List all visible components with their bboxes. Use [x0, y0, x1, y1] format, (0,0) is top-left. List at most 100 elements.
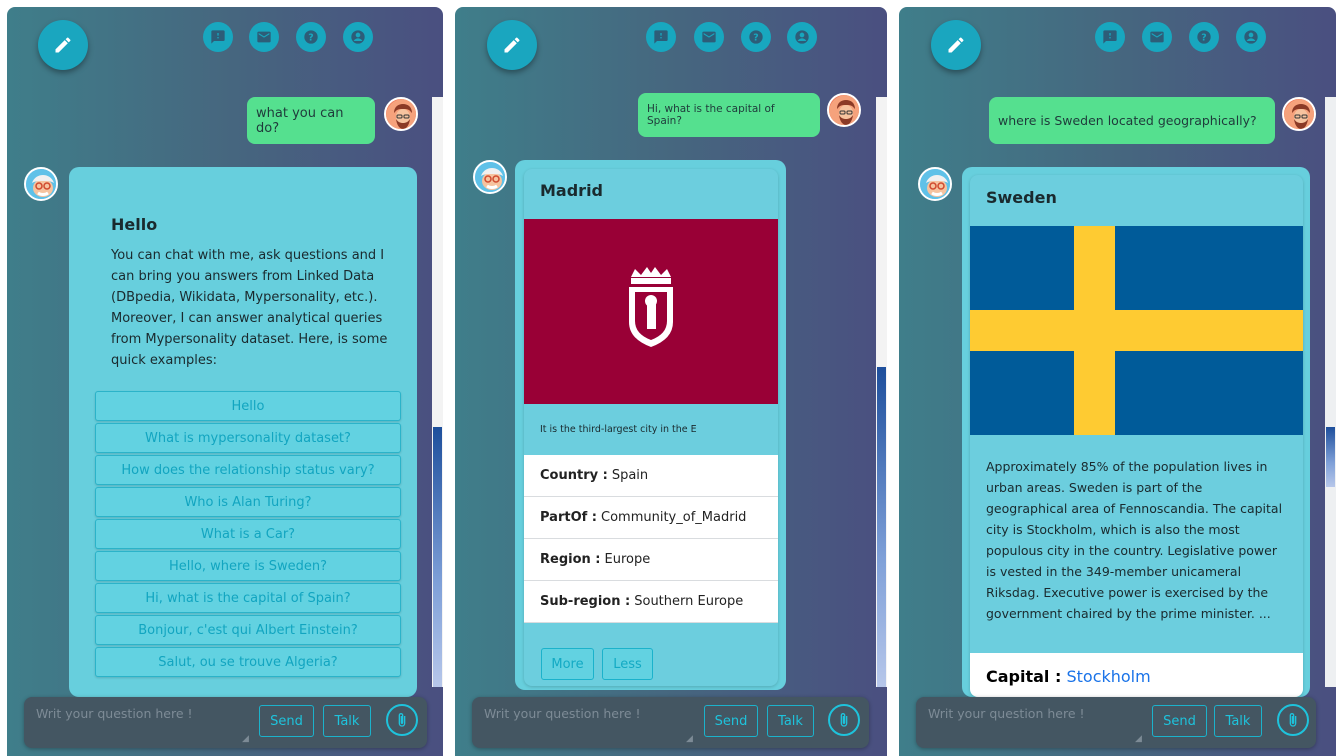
quick-example-button[interactable]: Bonjour, c'est qui Albert Einstein?	[95, 615, 401, 645]
scrollbar-thumb[interactable]	[433, 427, 442, 687]
account-button[interactable]	[343, 22, 373, 52]
card-title: Madrid	[540, 181, 603, 200]
account-icon	[351, 30, 365, 44]
property-key: Region :	[540, 552, 601, 567]
quick-example-button[interactable]: Hello	[95, 391, 401, 421]
attach-button[interactable]	[386, 704, 418, 736]
mail-button[interactable]	[1142, 22, 1172, 52]
question-input[interactable]: Writ your question here !	[928, 706, 1085, 721]
user-message: Hi, what is the capital of Spain?	[638, 93, 820, 137]
attach-button[interactable]	[1277, 704, 1309, 736]
capital-link[interactable]: Stockholm	[1066, 667, 1150, 686]
property-value: Southern Europe	[634, 594, 744, 609]
quick-example-button[interactable]: How does the relationship status vary?	[95, 455, 401, 485]
user-avatar	[827, 93, 861, 127]
question-input[interactable]: Writ your question here !	[484, 706, 641, 721]
input-bar: Writ your question here ! ◢ Send Talk	[472, 697, 869, 748]
more-button[interactable]: More	[541, 648, 594, 680]
intro-text: You can chat with me, ask questions and …	[111, 248, 388, 368]
svg-text:?: ?	[1201, 32, 1206, 43]
chat-scrollbar[interactable]	[1325, 97, 1336, 687]
question-input[interactable]: Writ your question here !	[36, 706, 193, 721]
talk-button[interactable]: Talk	[1214, 705, 1262, 737]
property-value: Spain	[611, 468, 649, 483]
mail-icon	[257, 31, 271, 43]
quick-example-button[interactable]: Hello, where is Sweden?	[95, 551, 401, 581]
chat-scrollbar[interactable]	[876, 97, 887, 687]
scrollbar-thumb[interactable]	[1326, 427, 1335, 487]
resize-handle-icon[interactable]: ◢	[242, 734, 249, 744]
edit-fab-button[interactable]	[38, 20, 88, 70]
property-value: Europe	[604, 552, 651, 567]
paperclip-icon	[840, 713, 848, 727]
paperclip-icon	[1289, 713, 1297, 727]
send-button[interactable]: Send	[704, 705, 758, 737]
property-row: Country : Spain	[524, 455, 778, 497]
madrid-coat-of-arms-icon	[629, 267, 673, 347]
abstract-text: It is the third-largest city in the E	[540, 424, 697, 435]
talk-button[interactable]: Talk	[767, 705, 814, 737]
resize-handle-icon[interactable]: ◢	[1135, 734, 1142, 744]
edit-fab-button[interactable]	[487, 20, 537, 70]
quick-example-button[interactable]: What is a Car?	[95, 519, 401, 549]
property-key: Country :	[540, 468, 608, 483]
quick-example-button[interactable]: Who is Alan Turing?	[95, 487, 401, 517]
property-row: Region : Europe	[524, 539, 778, 581]
user-message-text: Hi, what is the capital of Spain?	[647, 103, 775, 127]
user-avatar	[1282, 97, 1316, 131]
feedback-button[interactable]	[1095, 22, 1125, 52]
help-icon: ?	[1197, 30, 1211, 44]
pencil-icon	[504, 37, 520, 53]
feedback-icon	[211, 30, 225, 44]
bot-avatar	[24, 167, 58, 201]
feedback-button[interactable]	[203, 22, 233, 52]
help-icon: ?	[749, 30, 763, 44]
send-button[interactable]: Send	[259, 705, 314, 737]
mail-icon	[702, 31, 716, 43]
quick-example-button[interactable]: Salut, ou se trouve Algeria?	[95, 647, 401, 677]
property-key: PartOf :	[540, 510, 598, 525]
user-avatar	[384, 97, 418, 131]
property-key: Sub-region :	[540, 594, 631, 609]
chat-panel-3: ? where is Sweden located geographically…	[899, 7, 1336, 756]
feedback-icon	[1103, 30, 1117, 44]
mail-button[interactable]	[694, 22, 724, 52]
help-button[interactable]: ?	[1189, 22, 1219, 52]
madrid-flag-image	[524, 219, 778, 404]
account-button[interactable]	[1236, 22, 1266, 52]
quick-example-button[interactable]: Hi, what is the capital of Spain?	[95, 583, 401, 613]
scrollbar-thumb[interactable]	[877, 367, 886, 687]
help-button[interactable]: ?	[296, 22, 326, 52]
bot-message-card: Sweden Approximately 85% of the populati…	[962, 167, 1310, 697]
bot-avatar	[473, 160, 507, 194]
chat-scrollbar[interactable]	[432, 97, 443, 687]
greeting-title: Hello	[111, 215, 158, 234]
quick-example-button[interactable]: What is mypersonality dataset?	[95, 423, 401, 453]
chat-panel-1: ? what you can do? Hello You can chat wi…	[7, 7, 443, 756]
user-message: where is Sweden located geographically?	[989, 97, 1275, 144]
bot-message-card: Hello You can chat with me, ask question…	[69, 167, 417, 697]
paperclip-icon	[398, 713, 406, 727]
entity-card: Sweden Approximately 85% of the populati…	[970, 175, 1303, 697]
feedback-icon	[654, 30, 668, 44]
property-row: Sub-region : Southern Europe	[524, 581, 778, 623]
user-message-text: where is Sweden located geographically?	[998, 113, 1257, 128]
svg-text:?: ?	[753, 32, 758, 43]
input-bar: Writ your question here ! ◢ Send Talk	[916, 697, 1316, 748]
talk-button[interactable]: Talk	[323, 705, 371, 737]
user-message-text: what you can do?	[256, 105, 344, 136]
edit-fab-button[interactable]	[931, 20, 981, 70]
abstract-text: Approximately 85% of the population live…	[986, 459, 1283, 621]
bot-avatar	[918, 167, 952, 201]
help-button[interactable]: ?	[741, 22, 771, 52]
attach-button[interactable]	[828, 704, 860, 736]
mail-button[interactable]	[249, 22, 279, 52]
send-button[interactable]: Send	[1152, 705, 1207, 737]
resize-handle-icon[interactable]: ◢	[686, 734, 693, 744]
entity-card: Madrid It is the third-largest city in t…	[524, 169, 778, 686]
account-button[interactable]	[787, 22, 817, 52]
pencil-icon	[55, 37, 71, 53]
less-button[interactable]: Less	[602, 648, 653, 680]
mail-icon	[1150, 31, 1164, 43]
feedback-button[interactable]	[646, 22, 676, 52]
